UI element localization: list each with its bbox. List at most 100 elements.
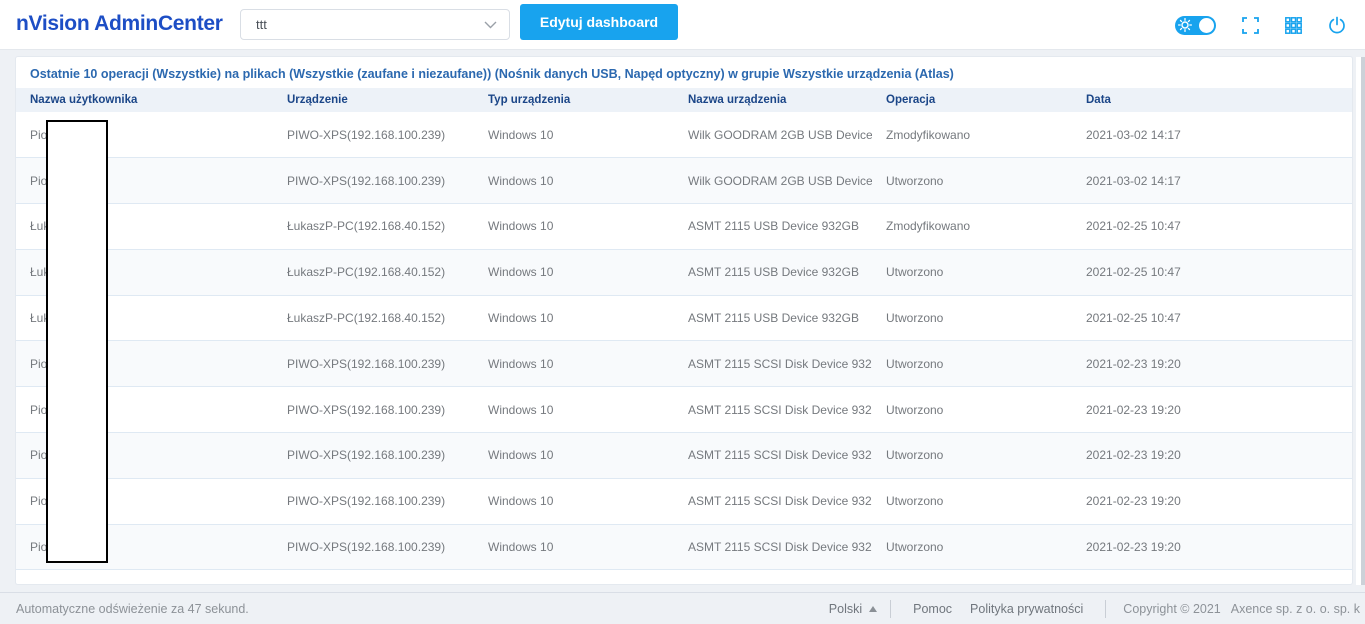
edit-dashboard-button[interactable]: Edytuj dashboard	[520, 4, 678, 40]
cell-os: Windows 10	[488, 494, 554, 509]
table-header-row: Nazwa użytkownika Urządzenie Typ urządzeni…	[16, 88, 1352, 112]
cell-operation: Utworzono	[886, 402, 944, 417]
footer: Automatyczne odświeżenie za 47 sekund. P…	[0, 592, 1365, 624]
cell-operation: Zmodyfikowano	[886, 219, 971, 234]
cell-date: 2021-02-23 19:20	[1086, 540, 1181, 555]
table-body: Piot PIWO-XPS(192.168.100.239) Windows 10 W…	[16, 112, 1352, 570]
cell-device_name: ASMT 2115 SCSI Disk Device 932GB	[688, 540, 872, 555]
footer-divider	[890, 599, 892, 618]
app-logo: nVision AdminCenter	[16, 12, 223, 35]
privacy-link[interactable]: Polityka prywatności	[970, 602, 1083, 616]
cell-date: 2021-02-25 10:47	[1086, 265, 1181, 280]
cell-operation: Utworzono	[886, 448, 944, 463]
cell-device: PIWO-XPS(192.168.100.239)	[287, 356, 446, 371]
cell-operation: Utworzono	[886, 265, 944, 280]
cell-operation: Utworzono	[886, 540, 944, 555]
dashboard-select-value: ttt	[256, 17, 267, 32]
cell-operation: Utworzono	[886, 494, 944, 509]
column-header: Nazwa urządzenia	[674, 88, 872, 112]
cell-device: ŁukaszP-PC(192.168.40.152)	[287, 311, 446, 326]
footer-divider	[1105, 599, 1107, 618]
column-header: Typ urządzenia	[474, 88, 674, 112]
operations-table: Nazwa użytkownika Urządzenie Typ urządzeni…	[16, 88, 1352, 570]
cell-date: 2021-03-02 14:17	[1086, 127, 1181, 142]
topbar-icons	[1175, 0, 1346, 50]
cell-date: 2021-02-23 19:20	[1086, 448, 1181, 463]
copyright-text: Copyright © 2021	[1123, 601, 1221, 616]
table-row[interactable]: Piot PIWO-XPS(192.168.100.239) Windows 10 A…	[16, 340, 1352, 387]
cell-device_name: ASMT 2115 SCSI Disk Device 932GB	[688, 356, 872, 371]
help-link[interactable]: Pomoc	[913, 602, 952, 616]
cell-device_name: ASMT 2115 SCSI Disk Device 932GB	[688, 402, 872, 417]
table-row[interactable]: Piot PIWO-XPS(192.168.100.239) Windows 10 W…	[16, 157, 1352, 204]
table-row[interactable]: Łuka ŁukaszP-PC(192.168.40.152) Windows 10…	[16, 249, 1352, 296]
caret-up-icon	[869, 605, 878, 612]
cell-device_name: ASMT 2115 USB Device 932GB	[688, 311, 859, 326]
cell-device: PIWO-XPS(192.168.100.239)	[287, 540, 446, 555]
cell-device_name: ASMT 2115 USB Device 932GB	[688, 219, 859, 234]
cell-date: 2021-02-23 19:20	[1086, 494, 1181, 509]
column-header: Operacja	[872, 88, 1072, 112]
table-row[interactable]: Piot PIWO-XPS(192.168.100.239) Windows 10 W…	[16, 112, 1352, 158]
cell-os: Windows 10	[488, 127, 554, 142]
cell-operation: Zmodyfikowano	[886, 127, 971, 142]
company-text: Axence sp. z o. o. sp. k	[1230, 601, 1360, 616]
cell-date: 2021-02-23 19:20	[1086, 402, 1181, 417]
cell-device_name: Wilk GOODRAM 2GB USB Device 2GB	[688, 127, 872, 142]
fullscreen-icon[interactable]	[1242, 16, 1259, 34]
column-header: Urządzenie	[273, 88, 474, 112]
cell-device_name: ASMT 2115 USB Device 932GB	[688, 265, 859, 280]
sun-icon	[1178, 18, 1192, 32]
cell-device_name: ASMT 2115 SCSI Disk Device 932GB	[688, 448, 872, 463]
cell-operation: Utworzono	[886, 173, 944, 188]
table-row[interactable]: Piot PIWO-XPS(192.168.100.239) Windows 10 A…	[16, 524, 1352, 570]
cell-device_name: Wilk GOODRAM 2GB USB Device 2GB	[688, 173, 872, 188]
cell-os: Windows 10	[488, 219, 554, 234]
table-header: Nazwa użytkownika Urządzenie Typ urządzeni…	[16, 88, 1352, 112]
power-icon[interactable]	[1328, 16, 1346, 35]
scrollbar-track[interactable]	[1356, 57, 1365, 585]
cell-device: PIWO-XPS(192.168.100.239)	[287, 402, 446, 417]
cell-device: ŁukaszP-PC(192.168.40.152)	[287, 265, 446, 280]
theme-toggle[interactable]	[1175, 15, 1216, 35]
toggle-knob	[1199, 17, 1214, 33]
scrollbar-thumb[interactable]	[1361, 57, 1365, 585]
table-row[interactable]: Piot PIWO-XPS(192.168.100.239) Windows 10 A…	[16, 432, 1352, 479]
cell-date: 2021-02-25 10:47	[1086, 219, 1181, 234]
apps-grid-icon[interactable]	[1285, 16, 1302, 34]
cell-os: Windows 10	[488, 311, 554, 326]
auto-refresh-text: Automatyczne odświeżenie za 47 sekund.	[16, 601, 249, 616]
operations-widget: Ostatnie 10 operacji (Wszystkie) na plik…	[16, 57, 1352, 584]
cell-device_name: ASMT 2115 SCSI Disk Device 932GB	[688, 494, 872, 509]
cell-operation: Utworzono	[886, 356, 944, 371]
cell-device: ŁukaszP-PC(192.168.40.152)	[287, 219, 446, 234]
cell-os: Windows 10	[488, 448, 554, 463]
table-row[interactable]: Łuka ŁukaszP-PC(192.168.40.152) Windows 10…	[16, 203, 1352, 250]
cell-date: 2021-02-25 10:47	[1086, 311, 1181, 326]
cell-device: PIWO-XPS(192.168.100.239)	[287, 448, 446, 463]
widget-title: Ostatnie 10 operacji (Wszystkie) na plik…	[30, 67, 954, 81]
column-header: Nazwa użytkownika	[16, 88, 273, 112]
cell-operation: Utworzono	[886, 311, 944, 326]
cell-os: Windows 10	[488, 402, 554, 417]
chevron-down-icon	[484, 21, 497, 29]
dashboard-select[interactable]: ttt	[240, 9, 510, 40]
cell-os: Windows 10	[488, 173, 554, 188]
cell-os: Windows 10	[488, 356, 554, 371]
cell-device: PIWO-XPS(192.168.100.239)	[287, 173, 446, 188]
cell-os: Windows 10	[488, 265, 554, 280]
column-header: Data	[1072, 88, 1352, 112]
cell-device: PIWO-XPS(192.168.100.239)	[287, 127, 446, 142]
cell-os: Windows 10	[488, 540, 554, 555]
top-bar: nVision AdminCenter ttt Edytuj dashboard	[0, 0, 1365, 50]
table-row[interactable]: Piot PIWO-XPS(192.168.100.239) Windows 10 A…	[16, 386, 1352, 433]
language-selector[interactable]: Polski	[828, 601, 878, 616]
table-row[interactable]: Piot PIWO-XPS(192.168.100.239) Windows 10 A…	[16, 478, 1352, 525]
language-label: Polski	[828, 601, 863, 616]
cell-date: 2021-02-23 19:20	[1086, 356, 1181, 371]
redaction-overlay	[46, 120, 108, 563]
footer-links: Polski Pomoc Polityka prywatności Copyri…	[828, 599, 1360, 618]
table-row[interactable]: Łuka ŁukaszP-PC(192.168.40.152) Windows 10…	[16, 295, 1352, 341]
cell-device: PIWO-XPS(192.168.100.239)	[287, 494, 446, 509]
cell-date: 2021-03-02 14:17	[1086, 173, 1181, 188]
